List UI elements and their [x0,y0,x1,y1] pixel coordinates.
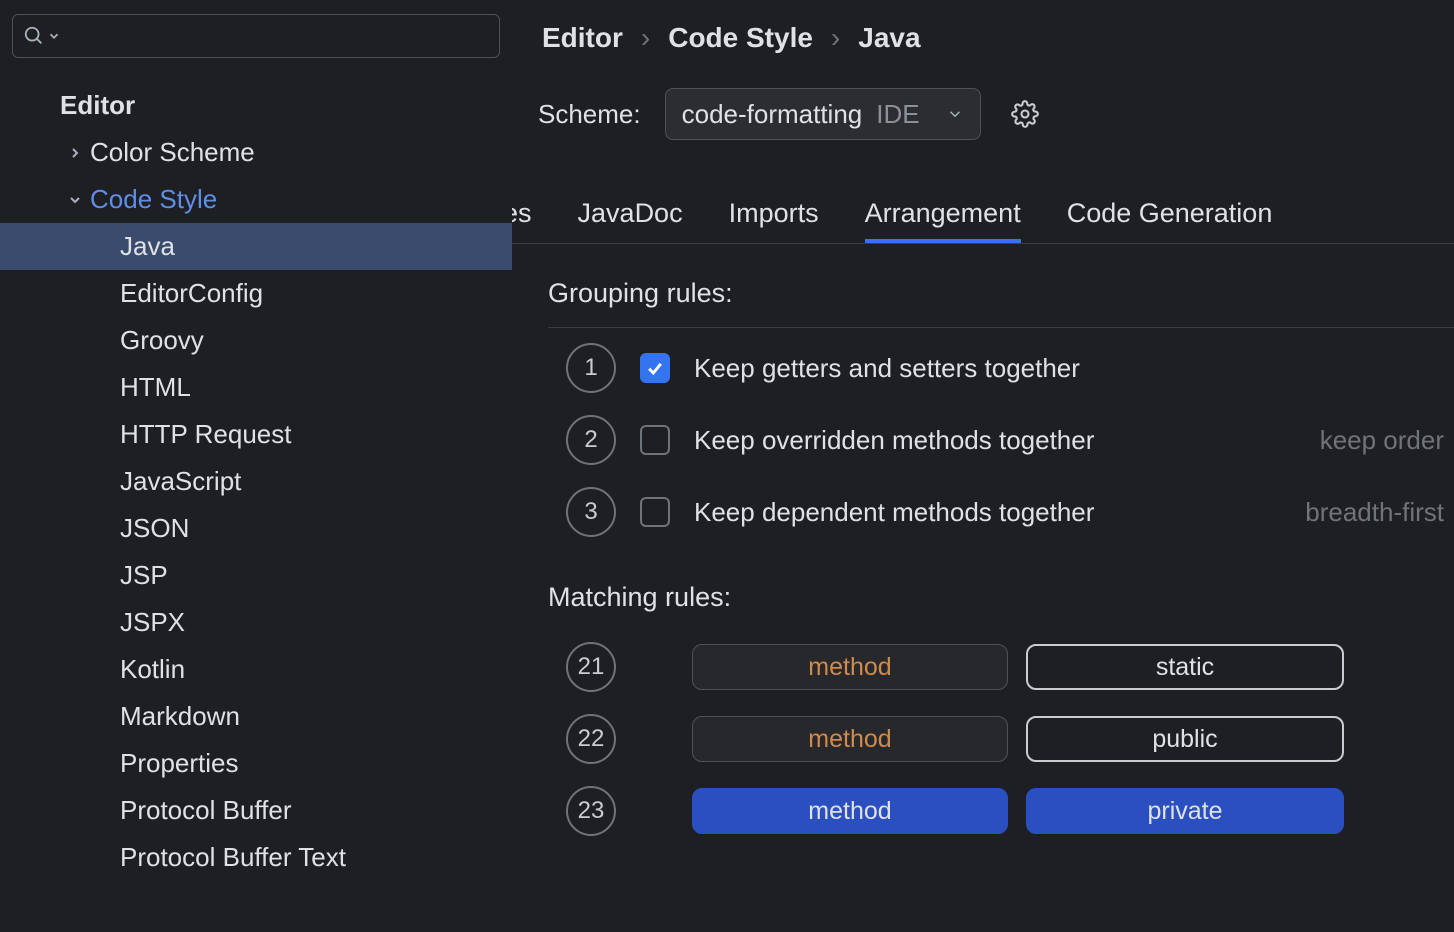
tree-node-code-style[interactable]: Code Style [0,176,512,223]
tree-label: Code Style [90,184,217,215]
rule-label: Keep overridden methods together [694,425,1094,456]
tree-label: HTML [120,372,191,403]
breadcrumb-item[interactable]: Java [858,22,920,54]
tree-node-protocol-buffer[interactable]: Protocol Buffer [0,787,512,834]
rule-number: 1 [566,343,616,393]
tree-node-properties[interactable]: Properties [0,740,512,787]
tree-node-jsp[interactable]: JSP [0,552,512,599]
tree-label: EditorConfig [120,278,263,309]
grouping-rule-row[interactable]: 3 Keep dependent methods together breadt… [548,476,1454,548]
tree-label: Editor [60,90,135,121]
tree-label: JSPX [120,607,185,638]
rule-token-modifier: private [1026,788,1344,834]
tree-node-groovy[interactable]: Groovy [0,317,512,364]
grouping-rules-panel: 1 Keep getters and setters together 2 Ke… [548,327,1454,548]
tab-code-generation[interactable]: Code Generation [1067,198,1273,243]
tab-blank-lines[interactable]: ines [512,198,532,243]
tree-label: JavaScript [120,466,241,497]
matching-rules-title: Matching rules: [512,548,1454,631]
tree-node-java[interactable]: Java [0,223,512,270]
rule-hint: breadth-first [1305,497,1454,528]
rule-token-method: method [692,788,1008,834]
tree-node-editorconfig[interactable]: EditorConfig [0,270,512,317]
rule-number: 23 [566,786,616,836]
scheme-actions-button[interactable] [1005,94,1045,134]
tree-node-markdown[interactable]: Markdown [0,693,512,740]
tab-imports[interactable]: Imports [729,198,819,243]
rule-checkbox[interactable] [640,497,670,527]
rule-checkbox[interactable] [640,353,670,383]
rule-token-modifier: public [1026,716,1344,762]
breadcrumb-item[interactable]: Editor [542,22,623,54]
tree-label: Protocol Buffer [120,795,292,826]
search-icon [23,25,45,47]
tree-label: HTTP Request [120,419,291,450]
tree-label: Java [120,231,175,262]
chevron-down-icon [946,105,964,123]
grouping-rule-row[interactable]: 2 Keep overridden methods together keep … [548,404,1454,476]
main-panel: Editor › Code Style › Java Scheme: code-… [512,0,1454,932]
tab-arrangement[interactable]: Arrangement [865,198,1021,243]
gear-icon [1011,100,1039,128]
tab-javadoc[interactable]: JavaDoc [578,198,683,243]
rule-hint: keep order [1320,425,1454,456]
scheme-name: code-formatting [682,99,863,130]
rule-label: Keep getters and setters together [694,353,1080,384]
matching-rule-row[interactable]: 22 method public [548,703,1454,775]
scheme-dropdown[interactable]: code-formatting IDE [665,88,981,140]
rule-number: 22 [566,714,616,764]
scheme-row: Scheme: code-formatting IDE [512,54,1454,140]
settings-tree: Editor Color Scheme Code Style Java Edit… [0,78,512,881]
rule-number: 2 [566,415,616,465]
chevron-down-icon [62,192,88,208]
chevron-down-icon [47,29,61,43]
tree-node-javascript[interactable]: JavaScript [0,458,512,505]
breadcrumb: Editor › Code Style › Java [512,22,1454,54]
matching-rule-row[interactable]: 21 method static [548,631,1454,703]
tree-label: Properties [120,748,239,779]
matching-rule-row[interactable]: 23 method private [548,775,1454,847]
settings-sidebar: Editor Color Scheme Code Style Java Edit… [0,0,512,932]
rule-checkbox[interactable] [640,425,670,455]
breadcrumb-item[interactable]: Code Style [668,22,813,54]
tree-node-kotlin[interactable]: Kotlin [0,646,512,693]
rule-token-method: method [692,644,1008,690]
tree-node-color-scheme[interactable]: Color Scheme [0,129,512,176]
tree-label: Kotlin [120,654,185,685]
tree-node-html[interactable]: HTML [0,364,512,411]
search-input[interactable] [12,14,500,58]
rule-token-method: method [692,716,1008,762]
rule-number: 21 [566,642,616,692]
tree-label: JSP [120,560,168,591]
tree-node-editor[interactable]: Editor [0,82,512,129]
tree-label: Groovy [120,325,204,356]
tree-node-json[interactable]: JSON [0,505,512,552]
rule-token-modifier: static [1026,644,1344,690]
tree-label: Color Scheme [90,137,255,168]
matching-rules-panel: 21 method static 22 method public 23 met… [548,631,1454,847]
tree-node-protocol-buffer-text[interactable]: Protocol Buffer Text [0,834,512,881]
tree-node-http-request[interactable]: HTTP Request [0,411,512,458]
chevron-right-icon [62,145,88,161]
scheme-label: Scheme: [538,99,641,130]
chevron-right-icon: › [831,22,840,54]
grouping-rules-title: Grouping rules: [512,244,1454,327]
grouping-rule-row[interactable]: 1 Keep getters and setters together [548,332,1454,404]
tree-label: JSON [120,513,189,544]
scheme-scope: IDE [876,99,919,130]
tab-bar: ines JavaDoc Imports Arrangement Code Ge… [512,192,1454,244]
rule-number: 3 [566,487,616,537]
check-icon [645,358,665,378]
tree-label: Protocol Buffer Text [120,842,346,873]
chevron-right-icon: › [641,22,650,54]
rule-label: Keep dependent methods together [694,497,1094,528]
tree-node-jspx[interactable]: JSPX [0,599,512,646]
tree-label: Markdown [120,701,240,732]
